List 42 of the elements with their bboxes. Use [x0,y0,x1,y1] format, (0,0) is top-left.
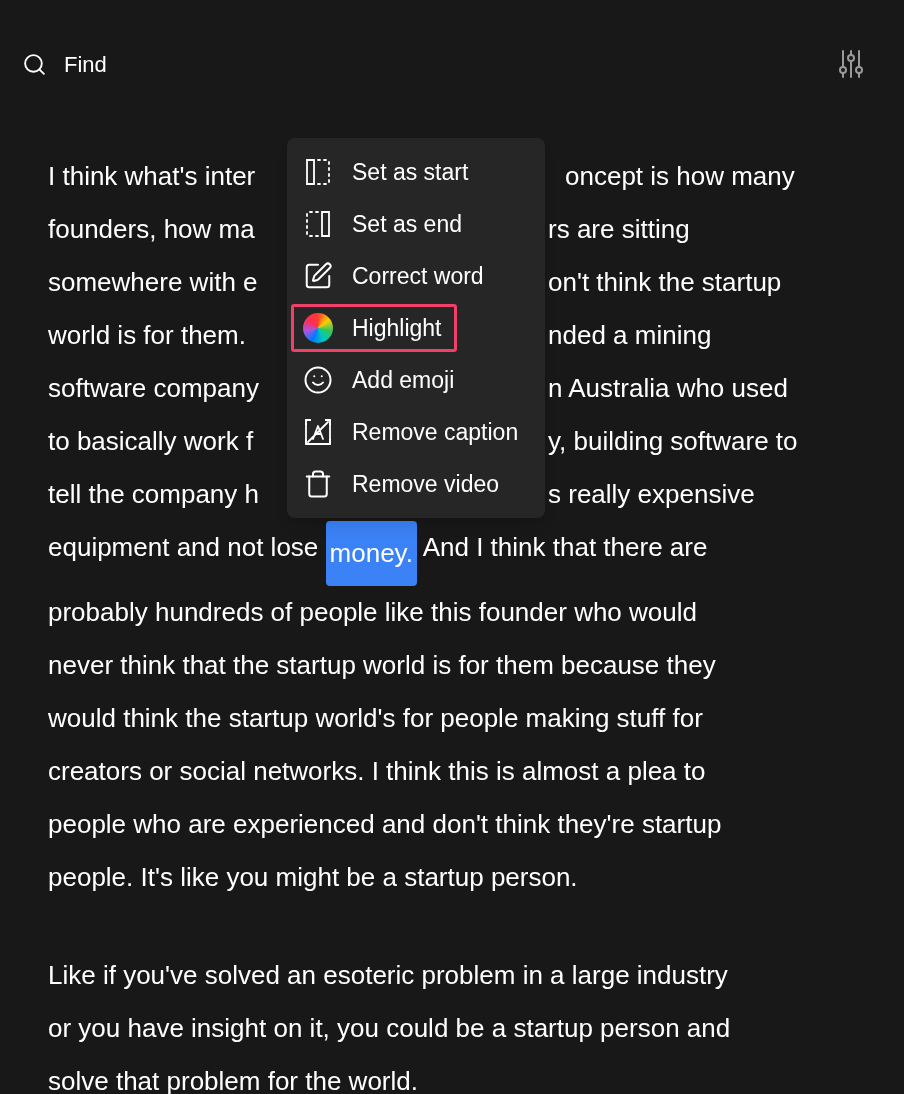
transcript-text: s really expensive [548,478,755,511]
search-icon [22,51,47,77]
transcript-text: founders, how ma [48,213,255,246]
selected-word[interactable]: money. [325,521,417,586]
trash-icon [303,469,333,499]
transcript-text: software company [48,372,259,405]
transcript-text: never think that the startup world is for them because they [48,649,716,682]
transcript-text: I think what's inter [48,160,256,193]
menu-item[interactable]: Highlight [291,304,457,352]
transcript-text: n Australia who used [548,372,788,405]
menu-item[interactable]: Set as end [291,200,477,248]
menu-item[interactable]: Correct word [291,252,499,300]
transcript-text: on't think the startup [548,266,782,299]
transcript-text: y, building software to [548,425,798,458]
transcript-text: probably hundreds of people like this founder who would [48,596,697,629]
transcript-text: oncept is how many [565,160,795,193]
menu-item[interactable]: Remove caption [291,408,534,456]
transcript-text: tell the company h [48,478,259,511]
transcript-text: Like if you've solved an esoteric problem in a large industry [48,959,728,992]
menu-item[interactable]: Set as start [291,148,484,196]
transcript-text: nded a mining [548,319,712,352]
transcript-text: somewhere with e [48,266,258,299]
color-wheel-icon [303,313,333,343]
transcript-text: And I think that there are [421,531,708,564]
sliders-icon[interactable] [838,49,864,79]
transcript-text: people who are experienced and don't think they're startup [48,808,722,841]
set-start-icon [303,157,333,187]
transcript-text: creators or social networks. I think this is almost a plea to [48,755,706,788]
set-end-icon [303,209,333,239]
transcript-text: world is for them. [48,319,246,352]
pencil-square-icon [303,261,333,291]
menu-item[interactable]: Add emoji [291,356,470,404]
transcript-text: would think the startup world's for people making stuff for [48,702,703,735]
transcript-text: or you have insight on it, you could be a startup person and [48,1012,731,1045]
transcript-text: people. It's like you might be a startup person. [48,861,578,894]
transcript-text: rs are sitting [548,213,690,246]
transcript-text: to basically work f [48,425,254,458]
smile-icon [303,365,333,395]
crossed-caption-icon [303,417,333,447]
search-field[interactable]: Find [64,47,364,81]
menu-item[interactable]: Remove video [291,460,515,508]
transcript-text: equipment and not lose [48,531,320,564]
